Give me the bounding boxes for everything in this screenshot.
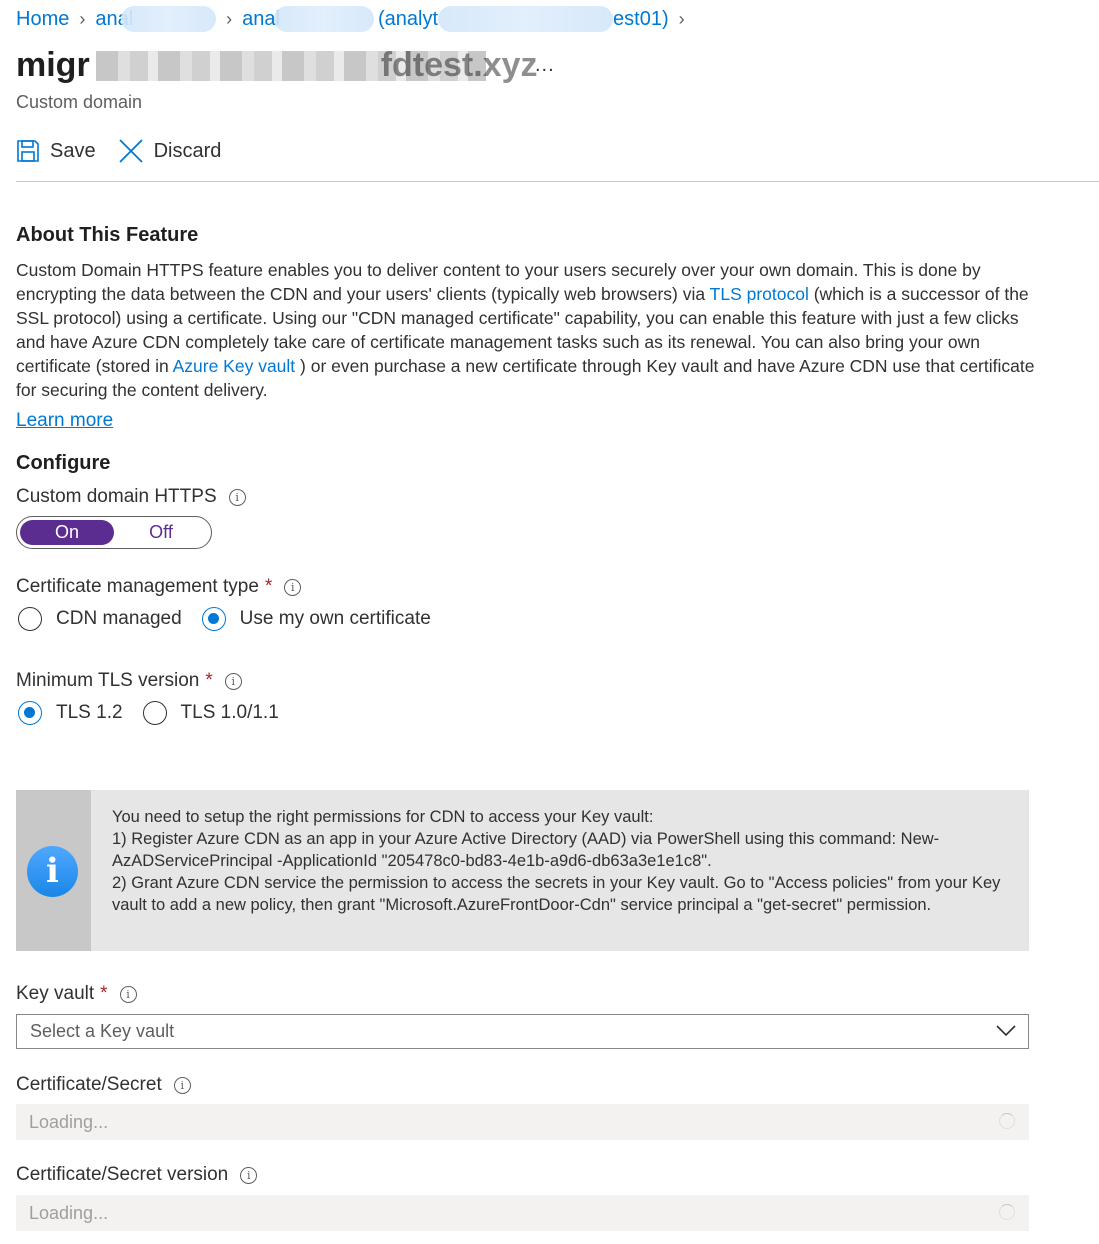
toolbar-divider	[16, 181, 1099, 182]
https-label: Custom domain HTTPS i	[16, 486, 246, 508]
save-label: Save	[50, 139, 96, 162]
info-icon[interactable]: i	[284, 578, 302, 596]
page-subtitle: Custom domain	[16, 92, 143, 112]
learn-more-link[interactable]: Learn more	[16, 410, 113, 432]
key-vault-placeholder: Select a Key vault	[30, 1021, 175, 1041]
radio-circle-selected[interactable]	[201, 607, 226, 631]
radio-circle[interactable]	[18, 607, 42, 631]
redacted-region	[121, 6, 217, 32]
radio-label: Use my own certificate	[239, 608, 431, 629]
breadcrumb-item-3a[interactable]: (analyt	[378, 8, 438, 31]
tls-radio-group: TLS 1.2 TLS 1.0/1.1	[18, 701, 299, 725]
permissions-info-box: i You need to setup the right permission…	[16, 790, 1029, 951]
cert-type-label: Certificate management type * i	[16, 576, 302, 598]
page-title: migr fdtest.xyz	[16, 46, 538, 85]
tls-protocol-link[interactable]: TLS protocol	[710, 284, 809, 304]
key-vault-label-text: Key vault	[16, 983, 95, 1004]
chevron-right-icon: ›	[79, 8, 86, 29]
breadcrumb-home[interactable]: Home	[16, 8, 69, 31]
info-icon[interactable]: i	[228, 488, 246, 506]
radio-own-certificate[interactable]: Use my own certificate	[201, 607, 431, 631]
spinner-icon	[999, 1204, 1015, 1220]
info-box-sidebar: i	[16, 790, 91, 951]
certificate-version-loading-text: Loading...	[29, 1203, 109, 1223]
redacted-region	[438, 6, 614, 32]
page-title-start: migr	[16, 46, 90, 84]
about-heading: About This Feature	[16, 224, 199, 246]
azure-key-vault-link[interactable]: Azure Key vault	[173, 356, 296, 376]
radio-circle-selected[interactable]	[18, 701, 42, 725]
info-line-2: 1) Register Azure CDN as an app in your …	[112, 830, 940, 870]
toggle-on-option[interactable]: On	[20, 520, 114, 545]
chevron-down-icon	[996, 1025, 1016, 1037]
more-options-button[interactable]: ...	[535, 54, 555, 77]
tls-label-text: Minimum TLS version	[16, 670, 200, 691]
certificate-version-label: Certificate/Secret version i	[16, 1164, 258, 1186]
chevron-right-icon: ›	[226, 8, 233, 29]
cert-type-radio-group: CDN managed Use my own certificate	[18, 607, 451, 631]
cert-type-label-text: Certificate management type	[16, 576, 259, 597]
radio-label: TLS 1.0/1.1	[180, 702, 279, 723]
info-line-3: 2) Grant Azure CDN service the permissio…	[112, 874, 1001, 914]
certificate-version-dropdown[interactable]: Loading...	[16, 1195, 1029, 1231]
https-label-text: Custom domain HTTPS	[16, 486, 217, 507]
tls-label: Minimum TLS version * i	[16, 670, 242, 692]
required-mark: *	[205, 670, 213, 691]
save-icon	[17, 140, 39, 162]
radio-tls-1-0[interactable]: TLS 1.0/1.1	[142, 701, 279, 725]
radio-tls-1-2[interactable]: TLS 1.2	[18, 701, 123, 725]
discard-button[interactable]: Discard	[118, 138, 222, 164]
configure-heading: Configure	[16, 452, 111, 474]
certificate-dropdown[interactable]: Loading...	[16, 1104, 1029, 1140]
certificate-label-text: Certificate/Secret	[16, 1074, 162, 1095]
certificate-loading-text: Loading...	[29, 1112, 109, 1132]
radio-label: CDN managed	[56, 608, 182, 629]
info-icon[interactable]: i	[119, 985, 137, 1003]
chevron-right-icon: ›	[678, 8, 685, 29]
spinner-icon	[999, 1113, 1015, 1129]
info-icon[interactable]: i	[173, 1076, 191, 1094]
info-line-1: You need to setup the right permissions …	[112, 808, 654, 826]
command-bar: Save Discard	[16, 138, 243, 164]
radio-label: TLS 1.2	[56, 702, 123, 723]
certificate-version-label-text: Certificate/Secret version	[16, 1164, 229, 1185]
about-description: Custom Domain HTTPS feature enables you …	[16, 258, 1036, 402]
save-button[interactable]: Save	[16, 139, 96, 163]
required-mark: *	[100, 983, 108, 1004]
certificate-label: Certificate/Secret i	[16, 1074, 191, 1096]
page-title-end: fdtest.xyz	[380, 46, 538, 84]
required-mark: *	[264, 576, 273, 597]
key-vault-label: Key vault * i	[16, 983, 137, 1005]
https-toggle[interactable]: On Off	[16, 516, 212, 549]
key-vault-dropdown[interactable]: Select a Key vault	[16, 1014, 1029, 1049]
redacted-region	[273, 6, 374, 32]
radio-circle[interactable]	[142, 701, 167, 725]
toggle-off-option[interactable]: Off	[114, 522, 208, 543]
radio-cdn-managed[interactable]: CDN managed	[18, 607, 182, 631]
close-icon	[118, 139, 143, 163]
info-icon: i	[27, 846, 78, 897]
info-icon[interactable]: i	[224, 672, 242, 690]
discard-label: Discard	[153, 139, 222, 162]
info-box-text: You need to setup the right permissions …	[112, 806, 1012, 916]
info-icon[interactable]: i	[240, 1166, 258, 1184]
breadcrumb-item-3b[interactable]: est01)	[613, 8, 669, 31]
breadcrumb: Home › anal › anal (analyt est01) ›	[16, 6, 695, 32]
